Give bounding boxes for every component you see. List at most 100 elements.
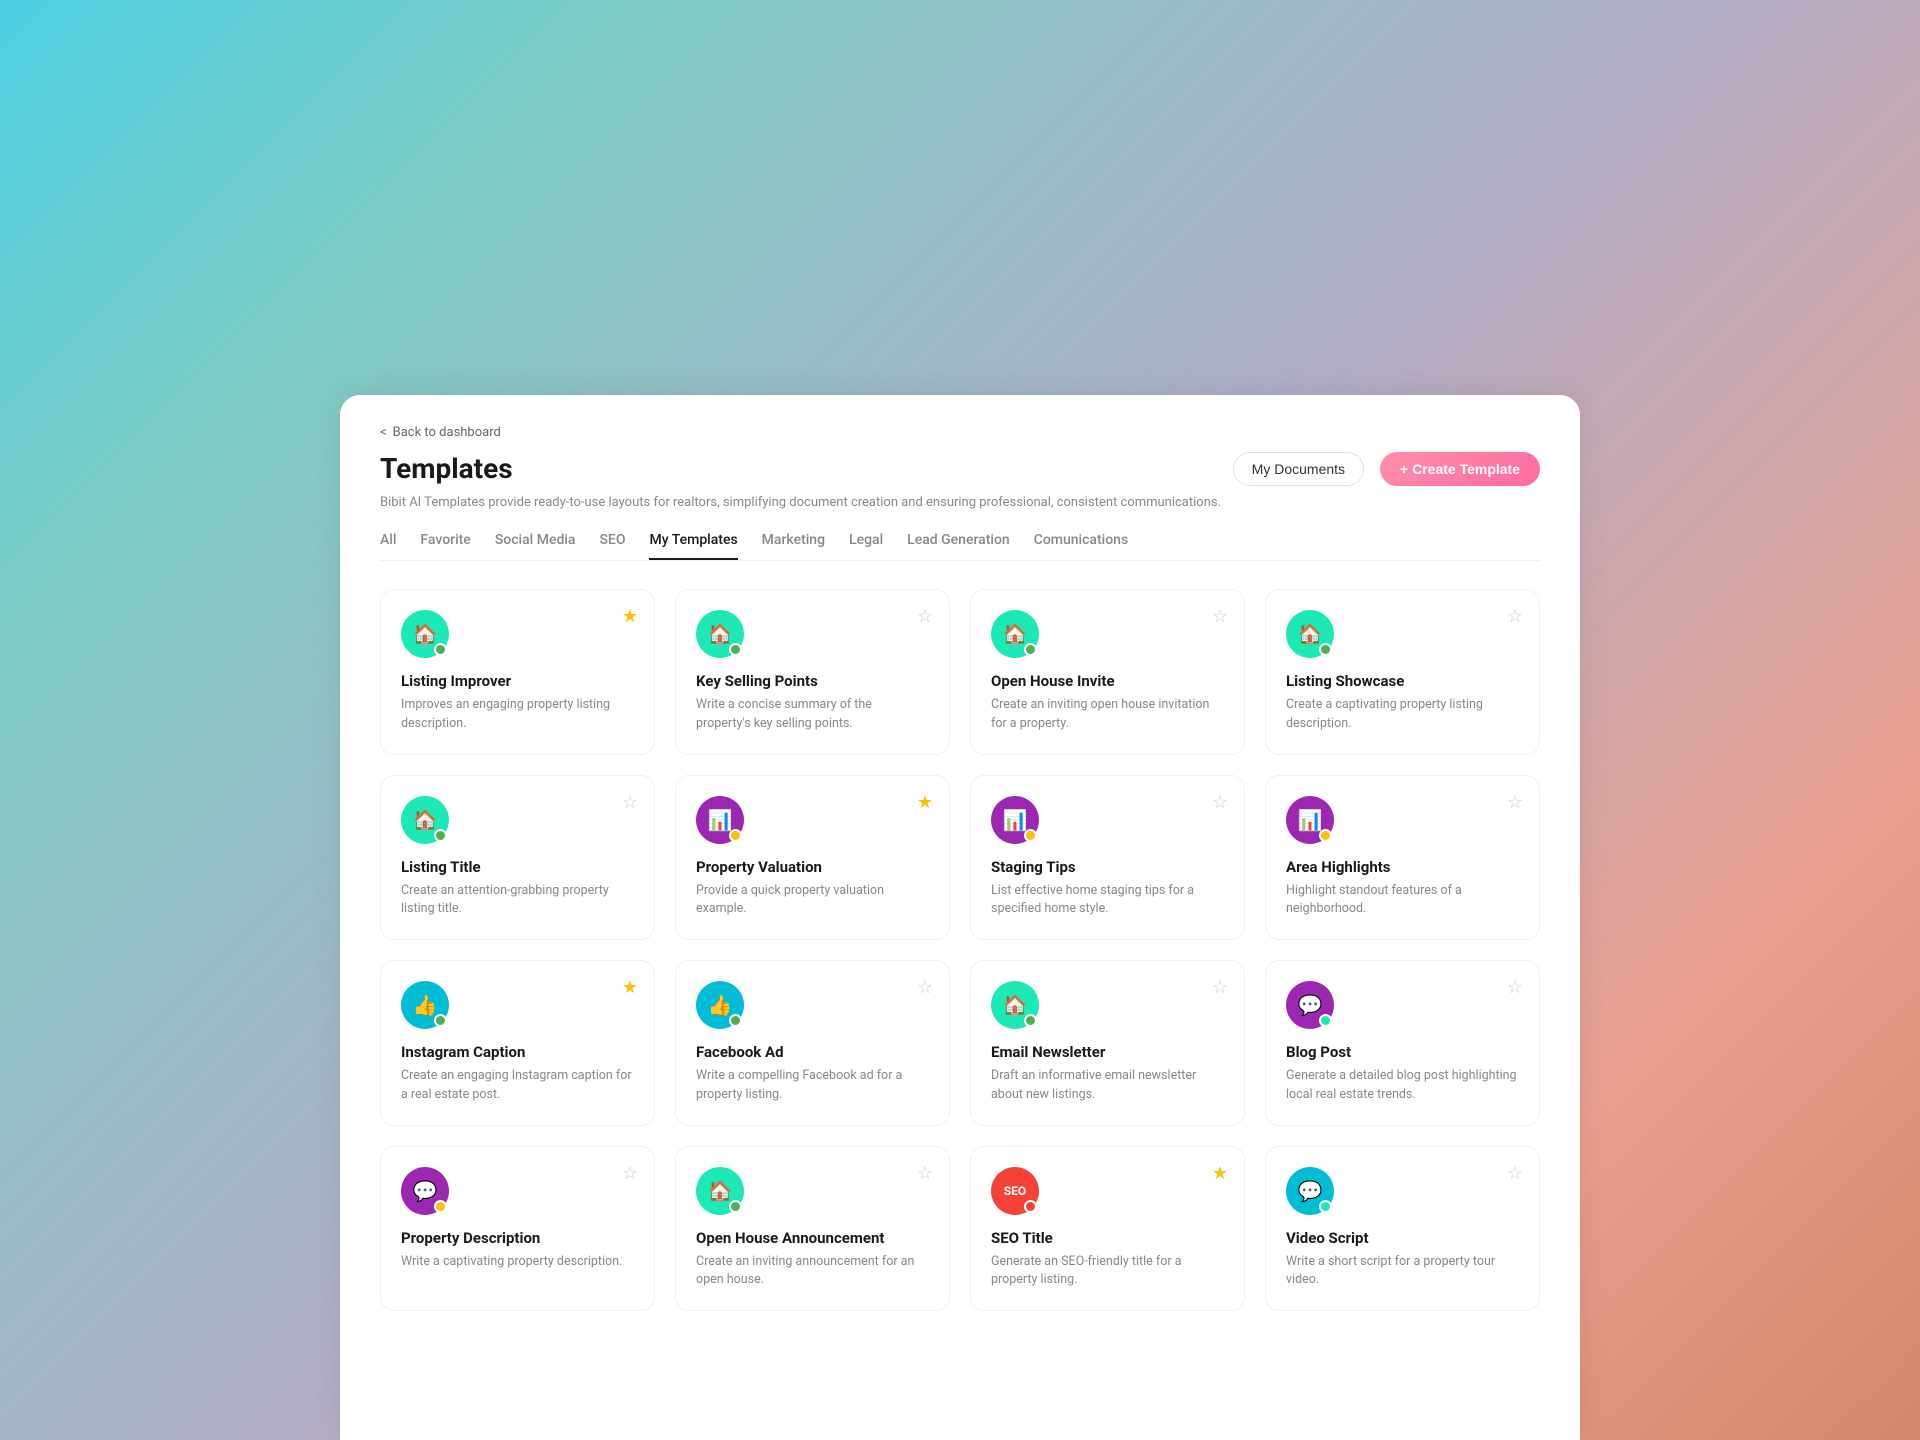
tab-marketing[interactable]: Marketing — [762, 532, 825, 560]
card-icon-listing-improver: 🏠 — [401, 610, 449, 658]
card-badge-area-highlights — [1319, 829, 1332, 842]
card-icon-listing-title: 🏠 — [401, 796, 449, 844]
card-badge-blog-post — [1319, 1014, 1332, 1027]
star-button-blog-post[interactable]: ☆ — [1507, 977, 1523, 998]
icon-emoji-listing-showcase: 🏠 — [1298, 622, 1323, 646]
card-title-video-script: Video Script — [1286, 1229, 1519, 1247]
card-listing-showcase[interactable]: ☆🏠Listing ShowcaseCreate a captivating p… — [1265, 589, 1540, 755]
page-title: Templates — [380, 452, 513, 485]
card-title-staging-tips: Staging Tips — [991, 858, 1224, 876]
card-badge-property-valuation — [729, 829, 742, 842]
card-property-description[interactable]: ☆💬Property DescriptionWrite a captivatin… — [380, 1146, 655, 1312]
card-open-house-invite[interactable]: ☆🏠Open House InviteCreate an inviting op… — [970, 589, 1245, 755]
tab-lead-generation[interactable]: Lead Generation — [907, 532, 1010, 560]
card-title-property-description: Property Description — [401, 1229, 634, 1247]
card-badge-seo-title — [1024, 1200, 1037, 1213]
star-button-instagram-caption[interactable]: ★ — [622, 977, 638, 998]
card-badge-facebook-ad — [729, 1014, 742, 1027]
card-desc-open-house-announcement: Create an inviting announcement for an o… — [696, 1253, 929, 1291]
icon-emoji-email-newsletter: 🏠 — [1003, 993, 1028, 1017]
star-button-staging-tips[interactable]: ☆ — [1212, 792, 1228, 813]
icon-emoji-facebook-ad: 👍 — [708, 993, 733, 1017]
card-badge-email-newsletter — [1024, 1014, 1037, 1027]
card-video-script[interactable]: ☆💬Video ScriptWrite a short script for a… — [1265, 1146, 1540, 1312]
card-icon-seo-title: SEO — [991, 1167, 1039, 1215]
card-email-newsletter[interactable]: ☆🏠Email NewsletterDraft an informative e… — [970, 960, 1245, 1126]
create-template-button[interactable]: + Create Template — [1380, 452, 1540, 486]
card-icon-email-newsletter: 🏠 — [991, 981, 1039, 1029]
star-button-key-selling-points[interactable]: ☆ — [917, 606, 933, 627]
main-container: Back to dashboard Templates My Documents… — [340, 395, 1580, 1440]
page-subtitle: Bibit AI Templates provide ready-to-use … — [380, 494, 1540, 512]
star-button-seo-title[interactable]: ★ — [1212, 1163, 1228, 1184]
icon-emoji-property-description: 💬 — [413, 1179, 438, 1203]
tab-all[interactable]: All — [380, 532, 396, 560]
card-instagram-caption[interactable]: ★👍Instagram CaptionCreate an engaging In… — [380, 960, 655, 1126]
tab-communications[interactable]: Comunications — [1034, 532, 1128, 560]
card-blog-post[interactable]: ☆💬Blog PostGenerate a detailed blog post… — [1265, 960, 1540, 1126]
card-badge-video-script — [1319, 1200, 1332, 1213]
tab-legal[interactable]: Legal — [849, 532, 883, 560]
icon-emoji-instagram-caption: 👍 — [413, 993, 438, 1017]
star-button-open-house-invite[interactable]: ☆ — [1212, 606, 1228, 627]
card-icon-property-description: 💬 — [401, 1167, 449, 1215]
star-button-open-house-announcement[interactable]: ☆ — [917, 1163, 933, 1184]
card-icon-listing-showcase: 🏠 — [1286, 610, 1334, 658]
card-area-highlights[interactable]: ☆📊Area HighlightsHighlight standout feat… — [1265, 775, 1540, 941]
card-badge-staging-tips — [1024, 829, 1037, 842]
card-badge-listing-showcase — [1319, 643, 1332, 656]
icon-emoji-listing-title: 🏠 — [413, 808, 438, 832]
card-open-house-announcement[interactable]: ☆🏠Open House AnnouncementCreate an invit… — [675, 1146, 950, 1312]
star-button-listing-improver[interactable]: ★ — [622, 606, 638, 627]
tab-my-templates[interactable]: My Templates — [649, 532, 737, 560]
card-title-facebook-ad: Facebook Ad — [696, 1043, 929, 1061]
card-staging-tips[interactable]: ☆📊Staging TipsList effective home stagin… — [970, 775, 1245, 941]
card-title-listing-showcase: Listing Showcase — [1286, 672, 1519, 690]
card-property-valuation[interactable]: ★ 📊 Property Valuation Provide a quick prop… — [675, 775, 950, 941]
star-button-area-highlights[interactable]: ☆ — [1507, 792, 1523, 813]
card-key-selling-points[interactable]: ☆🏠Key Selling PointsWrite a concise summ… — [675, 589, 950, 755]
tabs-bar: All Favorite Social Media SEO My Templates Ma… — [380, 532, 1540, 561]
star-button-property-description[interactable]: ☆ — [622, 1163, 638, 1184]
card-desc-listing-improver: Improves an engaging property listing de… — [401, 696, 634, 734]
star-button-property-valuation[interactable]: ★ — [917, 792, 933, 813]
cards-grid: ★🏠Listing ImproverImproves an engaging p… — [380, 589, 1540, 1311]
star-button-listing-showcase[interactable]: ☆ — [1507, 606, 1523, 627]
card-facebook-ad[interactable]: ☆👍Facebook AdWrite a compelling Facebook… — [675, 960, 950, 1126]
title-block: Templates — [380, 452, 513, 485]
seo-badge-icon: SEO — [1004, 1184, 1026, 1198]
card-desc-open-house-invite: Create an inviting open house invitation… — [991, 696, 1224, 734]
star-button-facebook-ad[interactable]: ☆ — [917, 977, 933, 998]
star-button-listing-title[interactable]: ☆ — [622, 792, 638, 813]
card-desc-video-script: Write a short script for a property tour… — [1286, 1253, 1519, 1291]
header-row: Templates My Documents + Create Template — [380, 452, 1540, 486]
icon-emoji-area-highlights: 📊 — [1298, 808, 1323, 832]
star-button-video-script[interactable]: ☆ — [1507, 1163, 1523, 1184]
card-desc-property-valuation: Provide a quick property valuation examp… — [696, 882, 929, 920]
my-documents-button[interactable]: My Documents — [1233, 452, 1364, 486]
card-icon-open-house-announcement: 🏠 — [696, 1167, 744, 1215]
card-listing-improver[interactable]: ★🏠Listing ImproverImproves an engaging p… — [380, 589, 655, 755]
tab-social-media[interactable]: Social Media — [495, 532, 576, 560]
card-icon-open-house-invite: 🏠 — [991, 610, 1039, 658]
card-badge-open-house-invite — [1024, 643, 1037, 656]
star-button-email-newsletter[interactable]: ☆ — [1212, 977, 1228, 998]
card-desc-seo-title: Generate an SEO-friendly title for a pro… — [991, 1253, 1224, 1291]
card-icon-key-selling-points: 🏠 — [696, 610, 744, 658]
card-icon-staging-tips: 📊 — [991, 796, 1039, 844]
card-title-property-valuation: Property Valuation — [696, 858, 929, 876]
icon-emoji-property-valuation: 📊 — [708, 808, 733, 832]
card-listing-title[interactable]: ☆🏠Listing TitleCreate an attention-grabb… — [380, 775, 655, 941]
icon-emoji-staging-tips: 📊 — [1003, 808, 1028, 832]
icon-emoji-key-selling-points: 🏠 — [708, 622, 733, 646]
back-label: Back to dashboard — [393, 425, 501, 440]
card-title-instagram-caption: Instagram Caption — [401, 1043, 634, 1061]
card-seo-title[interactable]: ★SEOSEO TitleGenerate an SEO-friendly ti… — [970, 1146, 1245, 1312]
icon-emoji-open-house-announcement: 🏠 — [708, 1179, 733, 1203]
icon-emoji-blog-post: 💬 — [1298, 993, 1323, 1017]
back-to-dashboard[interactable]: Back to dashboard — [380, 425, 1540, 440]
icon-emoji-listing-improver: 🏠 — [413, 622, 438, 646]
tab-favorite[interactable]: Favorite — [420, 532, 470, 560]
card-badge-property-description — [434, 1200, 447, 1213]
tab-seo[interactable]: SEO — [599, 532, 625, 560]
